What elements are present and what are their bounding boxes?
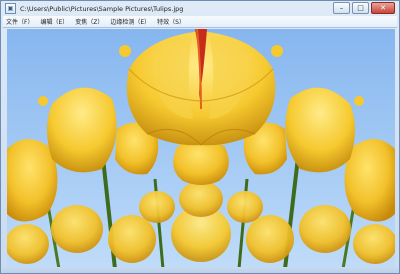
- menu-edit[interactable]: 编辑（E）: [40, 17, 68, 26]
- tulips-image: [7, 29, 395, 269]
- menu-bar: 文件（F） 编辑（E） 变焦（Z） 边缘检测（E） 特效（S）: [3, 16, 397, 28]
- menu-zoom[interactable]: 变焦（Z）: [75, 17, 103, 26]
- window-controls: – □ ✕: [333, 2, 395, 14]
- title-bar[interactable]: ▣ C:\Users\Public\Pictures\Sample Pictur…: [1, 1, 399, 16]
- maximize-button[interactable]: □: [352, 2, 369, 14]
- app-window: ▣ C:\Users\Public\Pictures\Sample Pictur…: [0, 0, 400, 274]
- status-bar: [1, 267, 399, 273]
- menu-edge-detect[interactable]: 边缘检测（E）: [110, 17, 150, 26]
- close-button[interactable]: ✕: [371, 2, 395, 14]
- window-title: C:\Users\Public\Pictures\Sample Pictures…: [20, 4, 184, 13]
- menu-effects[interactable]: 特效（S）: [157, 17, 185, 26]
- image-viewport[interactable]: [7, 29, 395, 269]
- app-icon: ▣: [5, 3, 16, 14]
- menu-file[interactable]: 文件（F）: [6, 17, 33, 26]
- minimize-button[interactable]: –: [333, 2, 350, 14]
